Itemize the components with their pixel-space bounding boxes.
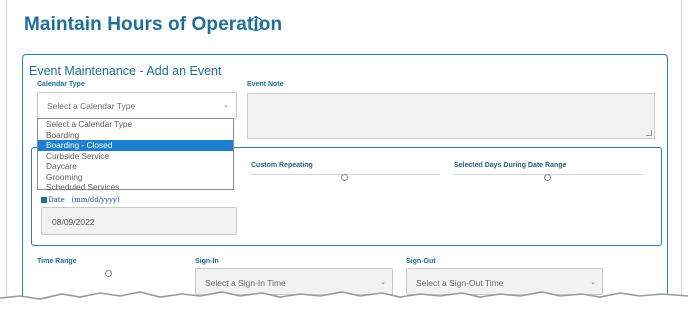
calendar-type-dropdown-list[interactable]: Select a Calendar Type Boarding Boarding…	[37, 118, 234, 193]
calendar-type-value: Select a Calendar Type	[47, 101, 136, 111]
calendar-type-select[interactable]: Select a Calendar Type ⌄	[37, 92, 237, 119]
dropdown-option[interactable]: Daycare	[38, 161, 233, 172]
panel-title: Event Maintenance - Add an Event	[29, 64, 222, 78]
time-range-label: Time Range	[37, 258, 77, 265]
info-icon[interactable]: i	[249, 17, 263, 31]
resize-handle-icon[interactable]	[646, 130, 652, 136]
torn-edge-decoration	[0, 291, 688, 311]
date-input[interactable]: 08/09/2022	[41, 207, 237, 235]
calendar-type-label: Calendar Type	[37, 81, 85, 88]
dropdown-option-highlighted[interactable]: Boarding - Closed	[38, 140, 233, 151]
calendar-icon	[41, 197, 47, 203]
date-label: Date (mm/dd/yyyy)	[41, 196, 120, 204]
date-value: 08/09/2022	[52, 217, 95, 227]
page-title: Maintain Hours of Operation	[24, 14, 283, 35]
dropdown-option[interactable]: Select a Calendar Type	[38, 119, 233, 130]
date-label-text: Date	[48, 196, 65, 204]
event-note-textarea[interactable]	[247, 93, 655, 139]
dropdown-option[interactable]: Curbside Service	[38, 151, 233, 162]
custom-repeating-radio[interactable]	[341, 174, 348, 181]
time-range-radio[interactable]	[105, 270, 112, 277]
dropdown-option[interactable]: Grooming	[38, 172, 233, 183]
event-note-label: Event Note	[247, 81, 284, 88]
custom-repeating-label: Custom Repeating	[251, 162, 313, 169]
dropdown-option[interactable]: Boarding	[38, 130, 233, 141]
date-format-hint: (mm/dd/yyyy)	[71, 196, 120, 204]
chevron-down-icon: ⌄	[223, 102, 229, 109]
sign-in-label: Sign-In	[195, 258, 219, 265]
sign-out-label: Sign-Out	[406, 258, 436, 265]
dropdown-option[interactable]: Scheduled Services	[38, 182, 233, 193]
selected-days-label: Selected Days During Date Range	[454, 162, 567, 169]
selected-days-radio[interactable]	[544, 174, 551, 181]
